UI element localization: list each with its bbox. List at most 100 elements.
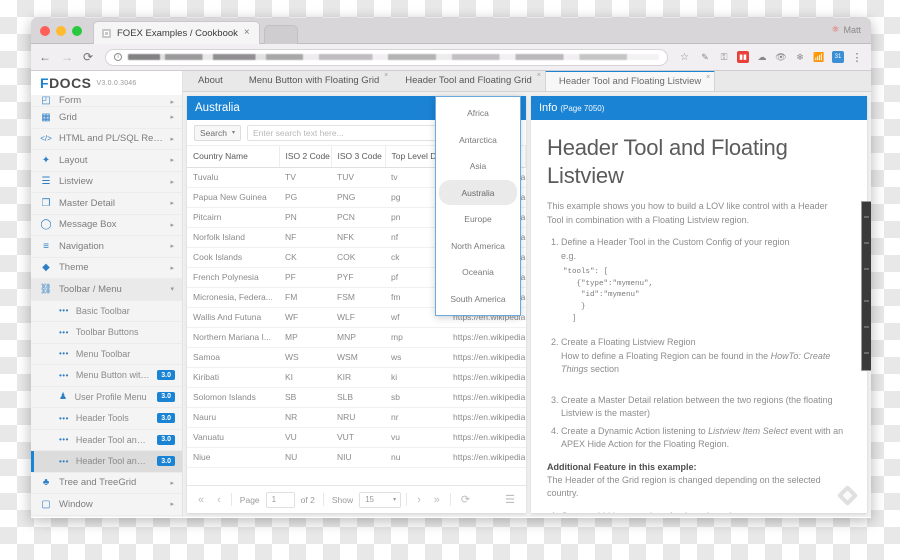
snowflake-icon[interactable]: ❄ (794, 51, 806, 63)
close-icon[interactable]: × (244, 28, 250, 38)
step-1: Define a Header Tool in the Custom Confi… (561, 236, 845, 325)
cloud-icon[interactable]: ☁ (756, 51, 768, 63)
close-window-button[interactable] (40, 26, 50, 36)
chevron-right-icon: ▸ (170, 243, 174, 251)
lastpass-icon[interactable]: ⚿ (718, 51, 730, 63)
sidebar-item-layout[interactable]: ✦ Layout ▸ (31, 150, 182, 172)
cell-country-name: Vanuatu (187, 427, 279, 448)
evernote-icon[interactable]: ✎ (699, 51, 711, 63)
table-row[interactable]: Nauru NR NRU nr https://en.wikipedia.o (187, 407, 526, 428)
favicon-icon (102, 28, 111, 38)
back-icon[interactable]: ← (39, 51, 51, 63)
sidebar-item-menu-button-with-floating[interactable]: ••• Menu Button with Floa.. 3.0 (31, 365, 182, 387)
close-icon[interactable]: × (537, 72, 541, 79)
window-controls[interactable] (40, 26, 82, 36)
info-region: Info (Page 7050) Header Tool and Floating… (531, 96, 867, 513)
close-icon[interactable]: × (384, 72, 388, 79)
listview-item[interactable]: North America (439, 233, 517, 258)
sidebar-item-toolbar-menu[interactable]: ⛓ Toolbar / Menu ▾ (31, 279, 182, 301)
pocket-icon[interactable]: ▮▮ (737, 51, 749, 63)
forward-icon[interactable]: → (61, 51, 73, 63)
sidebar-item-window[interactable]: ▢ Window ▸ (31, 494, 182, 516)
sidebar-item-grid[interactable]: ▦ Grid ▸ (31, 107, 182, 129)
sidebar-item-header-tool-and-floating-listview[interactable]: ••• Header Tool and Floati.. 3.0 (31, 451, 182, 473)
sidebar-item-basic-toolbar[interactable]: ••• Basic Toolbar (31, 301, 182, 322)
table-row[interactable]: Northern Mariana I... MP MNP mp https://en.w… (187, 327, 526, 348)
column-header-iso2[interactable]: ISO 2 Code (279, 146, 332, 168)
table-row[interactable]: Kiribati KI KIR ki https://en.wikipedia.o (187, 367, 526, 388)
sidebar-item-header-tools[interactable]: ••• Header Tools 3.0 (31, 408, 182, 430)
tab-header-tool-and-floating-listview[interactable]: Header Tool and Floating Listview × (544, 71, 716, 91)
browser-menu-icon[interactable]: ⋮ (851, 51, 863, 64)
listview-item[interactable]: Africa (439, 101, 517, 126)
site-info-icon[interactable]: i (114, 53, 123, 61)
search-mode-select[interactable]: Search ▾ (194, 124, 241, 141)
rows-per-page-select[interactable]: 15 ▾ (359, 491, 402, 508)
sidebar-item-theme[interactable]: ◆ Theme ▸ (31, 258, 182, 279)
tab-header-tool-and-floating-grid[interactable]: Header Tool and Floating Grid × (392, 71, 545, 91)
floating-listview[interactable]: Africa Antarctica Asia Australia Europe North… (435, 96, 521, 316)
address-bar[interactable]: i (105, 48, 669, 66)
app-main: About Menu Button with Floating Grid × H… (183, 71, 871, 517)
browser-tab[interactable]: FOEX Examples / Cookbook × (93, 21, 260, 44)
sidebar-item-tree-and-treegrid[interactable]: ♣ Tree and TreeGrid ▸ (31, 473, 182, 494)
listview-item[interactable]: Asia (439, 154, 517, 179)
column-header-country-name[interactable]: Country Name (187, 146, 280, 168)
eye-icon[interactable]: 👁 (775, 51, 787, 63)
browser-profile-chip[interactable]: ⚛ Matt (831, 24, 861, 35)
listview-item[interactable]: South America (439, 286, 517, 311)
table-row[interactable]: Vanuatu VU VUT vu https://en.wikipedia.o (187, 427, 526, 448)
listview-item[interactable]: Europe (439, 207, 517, 232)
step-2-line2-b: section (588, 364, 620, 375)
dots-icon: ••• (59, 413, 69, 423)
sidebar-nav: ◰ Form ▸ ▦ Grid ▸ </> HTML and PL/SQL Re… (31, 95, 182, 516)
listview-item[interactable]: Australia (439, 180, 517, 206)
table-row[interactable]: Solomon Islands SB SLB sb https://en.wikiped… (187, 387, 526, 408)
sidebar-item-listview[interactable]: ☰ Listview ▸ (31, 172, 182, 193)
page-number-input[interactable]: 1 (265, 491, 295, 508)
table-row[interactable]: Samoa WS WSM ws https://en.wikipedia.o (187, 347, 526, 368)
cell-iso2: TV (279, 167, 331, 188)
extensions-tray: ✎ ⚿ ▮▮ ☁ 👁 ❄ 📶 31 ⋮ (699, 51, 863, 64)
table-row[interactable]: Niue NU NIU nu https://en.wikipedia.o (187, 447, 526, 468)
cell-country-name: Nauru (187, 407, 279, 428)
browser-toolbar: ← → ⟳ i ☆ ✎ ⚿ ▮▮ ☁ 👁 ❄ 📶 31 ⋮ (31, 44, 871, 71)
step-2: Create a Floating Listview Region How to… (561, 336, 845, 390)
bookmark-star-icon[interactable]: ☆ (680, 52, 689, 63)
info-region-title: Info (Page 7050) (539, 102, 859, 114)
sidebar-item-label: Grid (59, 111, 77, 123)
next-page-icon[interactable]: › (412, 494, 426, 506)
person-icon: ♟ (59, 391, 68, 402)
sidebar-item-master-detail[interactable]: ❐ Master Detail ▸ (31, 193, 182, 215)
info-body[interactable]: Header Tool and Floating Listview This e… (531, 120, 867, 513)
reload-icon[interactable]: ⟳ (83, 51, 93, 63)
tab-menu-button-with-floating-grid[interactable]: Menu Button with Floating Grid × (235, 71, 393, 91)
sidebar-item-header-tool-and-floating-grid[interactable]: ••• Header Tool and Floati.. 3.0 (31, 430, 182, 451)
sidebar-item-toolbar-buttons[interactable]: ••• Toolbar Buttons (31, 322, 182, 344)
listview-item[interactable]: Antarctica (439, 127, 517, 152)
new-tab-button[interactable] (263, 25, 298, 44)
refresh-icon[interactable]: ⟳ (456, 493, 475, 506)
app-brand: FDOCS V3.0.0.3046 (31, 71, 182, 95)
layout-icon: ✦ (41, 154, 51, 166)
sidebar-item-html-plsql-region[interactable]: </> HTML and PL/SQL Region ▸ (31, 129, 182, 150)
last-page-icon[interactable]: » (429, 494, 445, 506)
listview-item[interactable]: Oceania (439, 260, 517, 285)
close-icon[interactable]: × (706, 74, 710, 81)
sidebar-item-user-profile-menu[interactable]: ♟ User Profile Menu 3.0 (31, 387, 182, 408)
first-page-icon[interactable]: « (193, 494, 209, 506)
sidebar-item-navigation[interactable]: ≡ Navigation ▸ (31, 236, 182, 258)
minimize-window-button[interactable] (56, 26, 66, 36)
calendar-icon[interactable]: 31 (832, 51, 844, 63)
cell-iso2: PF (279, 267, 331, 288)
rss-icon[interactable]: 📶 (813, 51, 825, 63)
column-header-iso3[interactable]: ISO 3 Code (331, 146, 386, 168)
sidebar-item-menu-toolbar[interactable]: ••• Menu Toolbar (31, 344, 182, 365)
sidebar-item-message-box[interactable]: ◯ Message Box ▸ (31, 215, 182, 236)
rows-per-page-value: 15 (365, 495, 375, 504)
previous-page-icon[interactable]: ‹ (212, 494, 226, 506)
grid-options-menu-icon[interactable]: ☰ (500, 493, 520, 506)
maximize-window-button[interactable] (72, 26, 82, 36)
tab-about[interactable]: About (185, 71, 236, 91)
sidebar-item-form[interactable]: ◰ Form ▸ (31, 95, 182, 107)
